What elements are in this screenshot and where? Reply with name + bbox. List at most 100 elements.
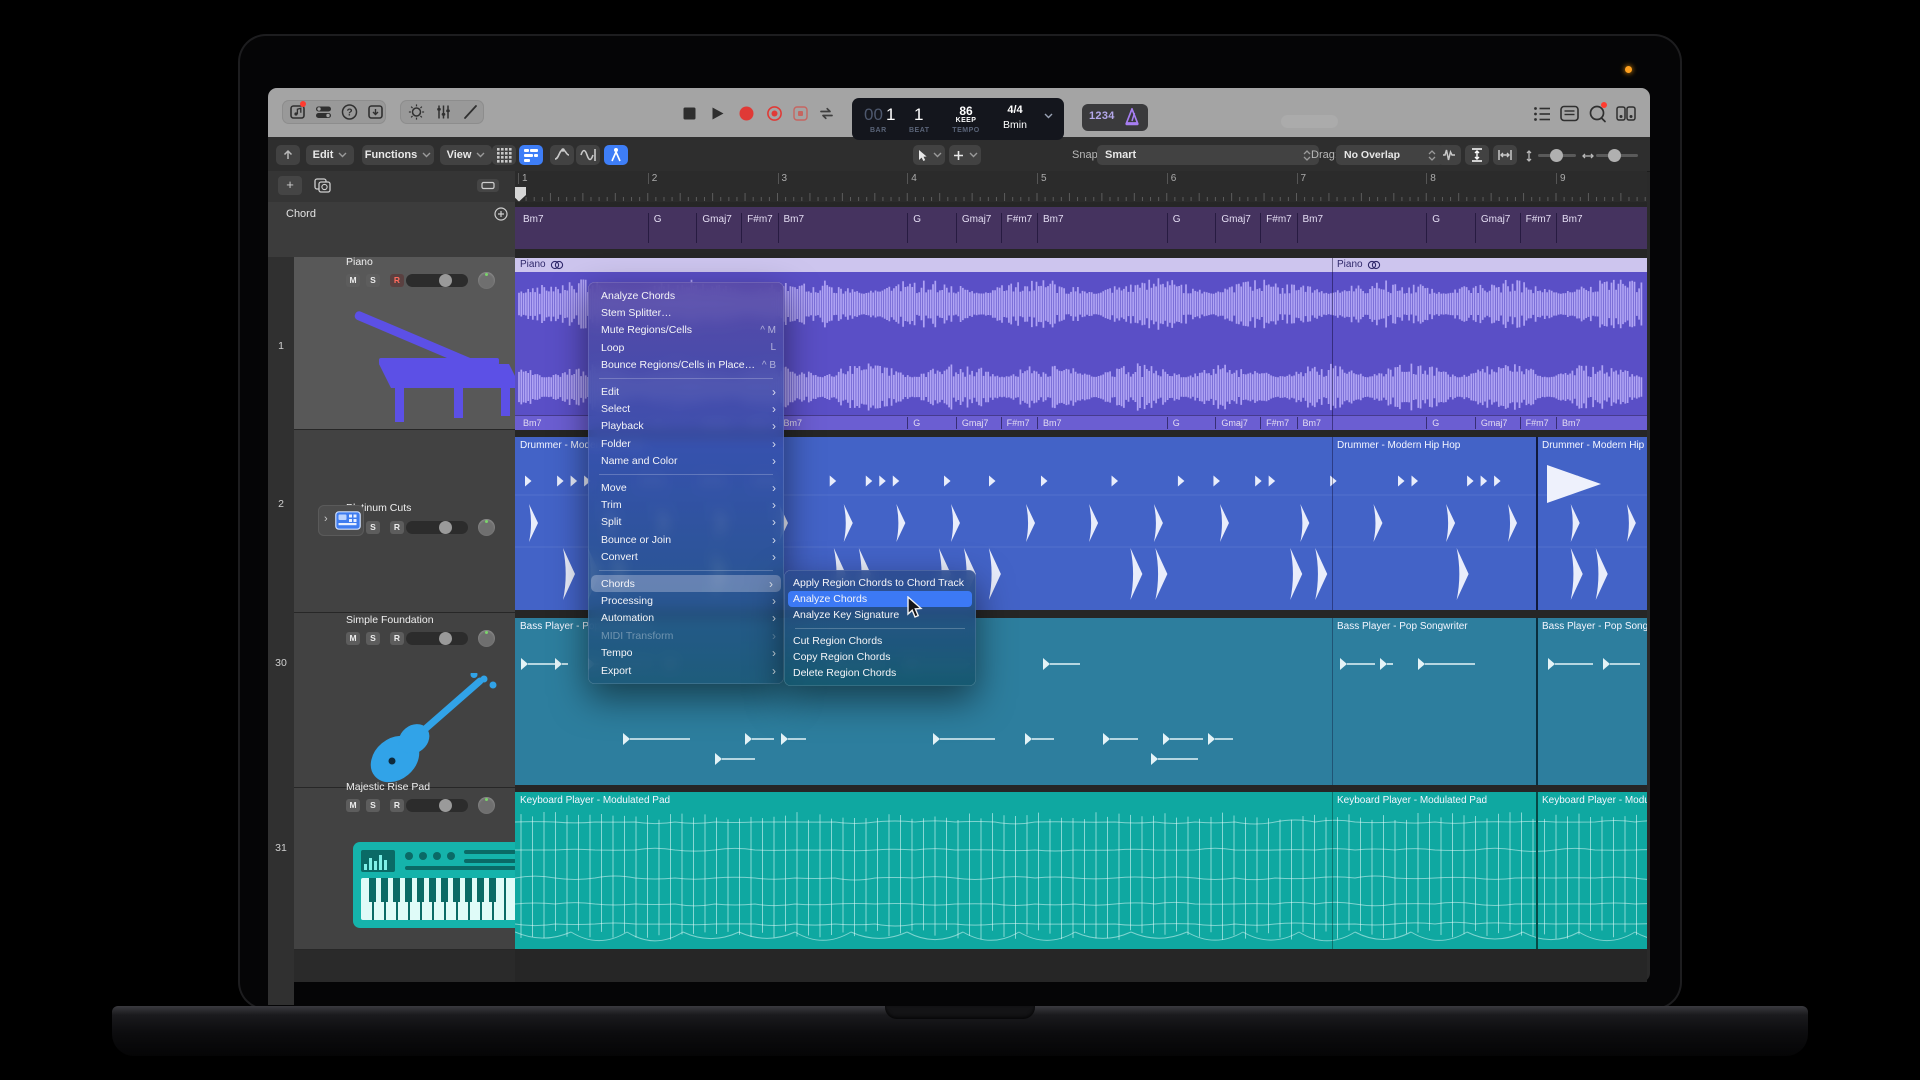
track-header-simple-foundation[interactable]: Simple FoundationMSR: [294, 613, 515, 788]
lcd-chevron-icon[interactable]: [1044, 113, 1053, 119]
volume-slider[interactable]: [406, 521, 468, 534]
chord-track-chord[interactable]: Bm7: [1037, 213, 1064, 243]
menu-item-select[interactable]: Select›: [588, 400, 784, 417]
menu-item-trim[interactable]: Trim›: [588, 496, 784, 513]
split-tool-icon[interactable]: [604, 145, 628, 165]
count-in-button[interactable]: 1234: [1089, 110, 1115, 122]
menu-item-stem-splitter-[interactable]: Stem Splitter…: [588, 304, 784, 321]
duplicate-track-button[interactable]: [310, 176, 336, 195]
flex-icon[interactable]: [576, 145, 600, 165]
chord-track-chord[interactable]: Bm7: [1297, 213, 1324, 243]
keyboard-region[interactable]: Keyboard Player - Modulated PadKeyboard …: [515, 792, 1647, 949]
solo-button[interactable]: S: [366, 521, 380, 534]
waveform-zoom-button[interactable]: [1437, 145, 1461, 165]
chord-track-chord[interactable]: F#m7: [741, 213, 773, 243]
editors-icon[interactable]: [462, 103, 479, 121]
solo-button[interactable]: S: [366, 274, 380, 287]
volume-slider[interactable]: [406, 632, 468, 645]
menu-item-apply-region-chords-to-chord-track[interactable]: Apply Region Chords to Chord Track: [784, 575, 976, 591]
master-volume-slider[interactable]: [1281, 115, 1338, 128]
chord-track-chord[interactable]: G: [1167, 213, 1181, 243]
snap-popup[interactable]: Smart: [1097, 145, 1319, 165]
instrument-disclosure-box[interactable]: ›: [318, 505, 364, 536]
header-config-button[interactable]: [476, 178, 500, 193]
menu-edit[interactable]: Edit: [306, 145, 354, 165]
record-target-button[interactable]: [766, 105, 783, 122]
chord-track-chord[interactable]: G: [907, 213, 921, 243]
chord-track-lane[interactable]: Bm7GGmaj7F#m7Bm7GGmaj7F#m7Bm7GGmaj7F#m7B…: [515, 207, 1647, 249]
chord-track-chord[interactable]: Gmaj7: [1215, 213, 1250, 243]
playhead-marker[interactable]: [515, 186, 527, 202]
import-icon[interactable]: [367, 103, 384, 121]
menu-item-name-and-color[interactable]: Name and Color›: [588, 453, 784, 470]
lcd-display[interactable]: 0011BARBEAT86KEEPTEMPO4/4Bmin: [852, 98, 1064, 140]
replace-button[interactable]: [793, 106, 808, 121]
menu-item-export[interactable]: Export›: [588, 662, 784, 679]
note-pads-icon[interactable]: [1560, 105, 1579, 122]
menu-item-mute-regions-cells[interactable]: Mute Regions/Cells^ M: [588, 322, 784, 339]
media-browser-icon[interactable]: [1616, 105, 1636, 122]
menu-item-loop[interactable]: LoopL: [588, 339, 784, 356]
help-icon[interactable]: ?: [341, 103, 358, 121]
chord-track-chord[interactable]: Gmaj7: [1475, 213, 1510, 243]
menu-item-bounce-or-join[interactable]: Bounce or Join›: [588, 531, 784, 548]
menu-item-convert[interactable]: Convert›: [588, 548, 784, 565]
menu-item-delete-region-chords[interactable]: Delete Region Chords: [784, 665, 976, 681]
quick-help-toggles-icon[interactable]: [315, 103, 332, 121]
chord-track-chord[interactable]: Bm7: [518, 213, 544, 243]
menu-item-analyze-chords[interactable]: Analyze Chords: [588, 287, 784, 304]
stop-button[interactable]: [682, 106, 697, 121]
menu-item-processing[interactable]: Processing›: [588, 592, 784, 609]
vertical-auto-zoom-button[interactable]: [1465, 145, 1489, 165]
chord-track-chord[interactable]: Bm7: [778, 213, 805, 243]
smart-controls-icon[interactable]: [408, 103, 425, 121]
add-track-button[interactable]: +: [278, 176, 302, 195]
list-editor-icon[interactable]: [1533, 106, 1551, 122]
menu-item-bounce-regions-cells-in-place-[interactable]: Bounce Regions/Cells in Place…^ B: [588, 357, 784, 374]
chord-track-chord[interactable]: F#m7: [1001, 213, 1033, 243]
chord-track-chord[interactable]: Gmaj7: [696, 213, 731, 243]
mixer-icon[interactable]: [435, 103, 452, 121]
metronome-button[interactable]: [1124, 108, 1140, 126]
pointer-tool-menu[interactable]: [913, 145, 945, 165]
menu-item-cut-region-chords[interactable]: Cut Region Chords: [784, 633, 976, 649]
menu-item-move[interactable]: Move›: [588, 479, 784, 496]
horizontal-zoom-thumb[interactable]: [1608, 149, 1621, 162]
menu-item-tempo[interactable]: Tempo›: [588, 644, 784, 661]
chord-track-header[interactable]: Chord: [268, 202, 515, 258]
mute-button[interactable]: M: [346, 632, 360, 645]
mute-button[interactable]: M: [346, 274, 360, 287]
chord-track-chord[interactable]: G: [1426, 213, 1440, 243]
chord-track-chord[interactable]: F#m7: [1520, 213, 1552, 243]
menu-item-split[interactable]: Split›: [588, 514, 784, 531]
volume-slider-knob[interactable]: [439, 274, 452, 287]
mute-button[interactable]: M: [346, 799, 360, 812]
disclosure-chevron-icon[interactable]: ›: [324, 513, 328, 525]
track-header-piano[interactable]: PianoMSR: [294, 257, 515, 430]
drag-popup[interactable]: No Overlap: [1336, 145, 1444, 165]
menu-item-chords[interactable]: Chords›: [591, 575, 781, 592]
menu-item-edit[interactable]: Edit›: [588, 383, 784, 400]
chord-track-chord[interactable]: Bm7: [1556, 213, 1583, 243]
chord-track-chord[interactable]: G: [648, 213, 662, 243]
chord-track-chord[interactable]: F#m7: [1260, 213, 1292, 243]
record-button[interactable]: [738, 105, 755, 122]
automation-icon[interactable]: [550, 145, 574, 165]
solo-button[interactable]: S: [366, 799, 380, 812]
volume-slider-knob[interactable]: [439, 799, 452, 812]
volume-slider-knob[interactable]: [439, 521, 452, 534]
tracks-view-icon[interactable]: [519, 145, 543, 165]
vertical-zoom-thumb[interactable]: [1550, 149, 1563, 162]
record-enable-button[interactable]: R: [390, 274, 404, 287]
add-chord-button[interactable]: [494, 207, 508, 221]
menu-item-analyze-key-signature[interactable]: Analyze Key Signature: [784, 607, 976, 623]
back-button[interactable]: [276, 145, 300, 165]
record-enable-button[interactable]: R: [390, 521, 404, 534]
track-header-platinum-cuts[interactable]: Platinum CutsMSR›: [294, 430, 515, 613]
bar-ruler[interactable]: 123456789: [515, 171, 1647, 203]
menu-item-playback[interactable]: Playback›: [588, 418, 784, 435]
menu-item-folder[interactable]: Folder›: [588, 435, 784, 452]
horizontal-auto-zoom-button[interactable]: [1493, 145, 1517, 165]
grid-view-icon[interactable]: [492, 145, 516, 165]
record-enable-button[interactable]: R: [390, 799, 404, 812]
